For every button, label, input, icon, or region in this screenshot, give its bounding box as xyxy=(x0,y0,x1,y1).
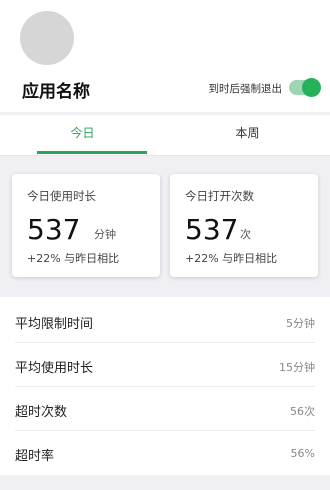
app-name: 应用名称 xyxy=(22,82,90,102)
usage-duration-value: 537 xyxy=(27,213,81,246)
list-item: 平均使用时长 15分钟 xyxy=(15,343,315,387)
open-count-card: 今日打开次数 537 次 +22% 与昨日相比 xyxy=(170,174,318,277)
toggle-knob xyxy=(302,78,321,97)
period-tabs: 今日 本周 xyxy=(0,115,330,156)
force-exit-label: 到时后强制退出 xyxy=(208,83,283,95)
usage-duration-card: 今日使用时长 537 分钟 +22% 与昨日相比 xyxy=(12,174,160,277)
app-header: 应用名称 到时后强制退出 xyxy=(0,0,330,112)
app-icon xyxy=(20,11,74,65)
app-usage-page: 应用名称 到时后强制退出 今日 本周 今日使用时长 537 分钟 +22% 与昨… xyxy=(0,0,330,490)
usage-details-list: 平均限制时间 5分钟 平均使用时长 15分钟 超时次数 56次 超时率 56% xyxy=(0,297,330,475)
list-item: 超时率 56% xyxy=(15,431,315,475)
row-label: 超时次数 xyxy=(15,405,68,420)
force-exit-toggle[interactable] xyxy=(289,78,321,97)
row-value: 5分钟 xyxy=(286,317,315,330)
tab-this-week[interactable]: 本周 xyxy=(165,115,330,155)
tab-today[interactable]: 今日 xyxy=(0,115,165,155)
usage-duration-title: 今日使用时长 xyxy=(27,189,96,203)
row-label: 平均限制时间 xyxy=(15,317,94,332)
open-count-unit: 次 xyxy=(240,228,251,241)
list-item: 平均限制时间 5分钟 xyxy=(15,299,315,343)
usage-duration-unit: 分钟 xyxy=(94,228,116,241)
open-count-value: 537 xyxy=(185,213,239,246)
row-value: 56次 xyxy=(290,405,315,418)
active-tab-indicator xyxy=(37,151,147,154)
open-count-delta: +22% 与昨日相比 xyxy=(185,252,278,265)
row-label: 超时率 xyxy=(15,449,55,464)
list-item: 超时次数 56次 xyxy=(15,387,315,431)
row-value: 56% xyxy=(290,447,315,460)
open-count-title: 今日打开次数 xyxy=(185,189,254,203)
row-label: 平均使用时长 xyxy=(15,361,94,376)
usage-duration-delta: +22% 与昨日相比 xyxy=(27,252,120,265)
row-value: 15分钟 xyxy=(279,361,315,374)
